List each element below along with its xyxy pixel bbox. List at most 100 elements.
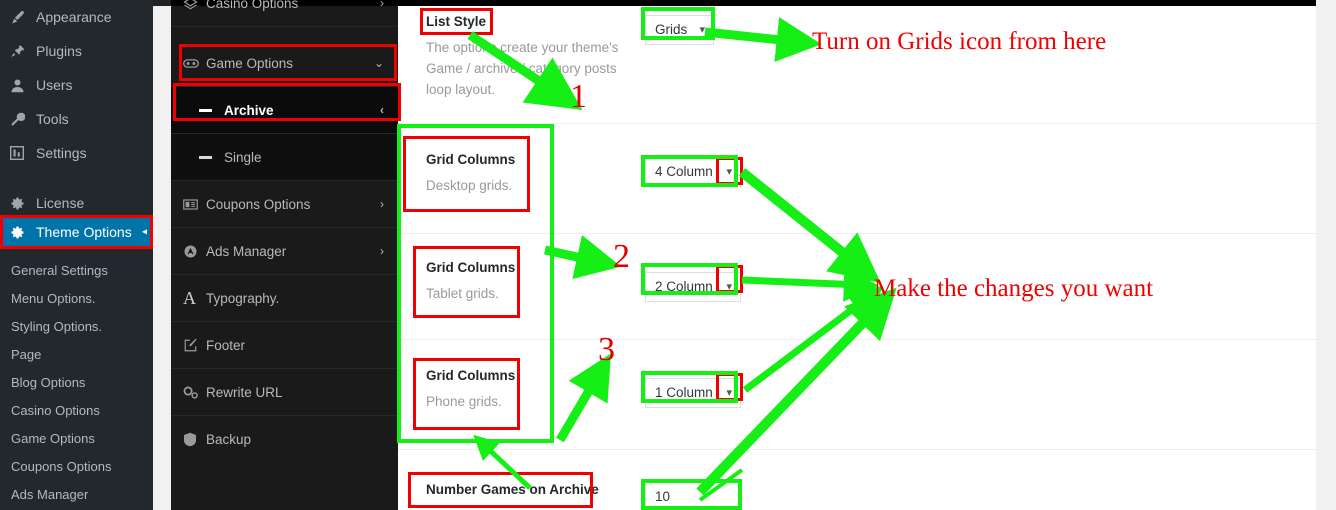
nav-item-archive[interactable]: Archive ‹	[171, 87, 398, 134]
chevron-down-icon: ▾	[726, 281, 732, 293]
input-value: 10	[655, 489, 671, 504]
field-row-list-style: List Style The options create your theme…	[398, 6, 1316, 124]
field-description: Desktop grids.	[426, 178, 513, 193]
chevron-left-icon: ‹	[380, 103, 384, 117]
sidebar-item-license[interactable]: License	[0, 186, 153, 220]
wp-admin-menu[interactable]: Appearance Plugins Users Tools Settings	[0, 0, 153, 510]
dash-icon	[199, 108, 212, 112]
grid-desktop-select[interactable]: 4 Column ▾	[645, 157, 741, 187]
nav-item-ads-manager[interactable]: Ads Manager ›	[171, 228, 398, 275]
sidebar-subitem-label: Game Options	[11, 430, 95, 446]
sidebar-item-label: Settings	[36, 145, 87, 161]
plug-icon	[7, 44, 27, 59]
sidebar-subitem-label: Page	[11, 346, 42, 362]
wrench-icon	[7, 112, 27, 127]
sidebar-item-label: Theme Options	[36, 224, 132, 240]
gamepad-icon	[183, 57, 206, 70]
dash-icon	[199, 155, 212, 159]
chevron-right-icon: ›	[380, 0, 384, 10]
sidebar-subitem-ads-manager[interactable]: Ads Manager	[0, 480, 153, 508]
list-style-select[interactable]: Grids ▾	[645, 15, 714, 45]
nav-item-casino-options[interactable]: Casino Options ›	[171, 0, 398, 27]
grid-phone-select[interactable]: 1 Column ▾	[645, 378, 741, 408]
nav-item-backup[interactable]: Backup	[171, 416, 398, 463]
chevron-right-icon: ›	[380, 244, 384, 258]
nav-item-game-options[interactable]: Game Options ⌄	[171, 40, 398, 87]
user-icon	[7, 78, 27, 93]
sidebar-subitem-styling-options[interactable]: Styling Options.	[0, 312, 153, 340]
field-label: Grid Columns	[426, 368, 516, 383]
nav-item-label: Rewrite URL	[206, 384, 283, 400]
nav-item-rewrite-url[interactable]: Rewrite URL	[171, 369, 398, 416]
sidebar-item-appearance[interactable]: Appearance	[0, 0, 153, 34]
sidebar-subitem-game-options[interactable]: Game Options	[0, 424, 153, 452]
chevron-left-icon: ◂	[141, 226, 147, 238]
settings-sliders-icon	[7, 146, 27, 160]
sidebar-item-settings[interactable]: Settings	[0, 136, 153, 170]
nav-item-footer[interactable]: Footer	[171, 322, 398, 369]
sidebar-subitem-blog-options[interactable]: Blog Options	[0, 368, 153, 396]
number-games-input[interactable]: 10	[645, 482, 741, 510]
grid-tablet-select[interactable]: 2 Column ▾	[645, 272, 741, 302]
nav-item-label: Archive	[224, 102, 274, 118]
field-row-grid-desktop: Grid Columns Desktop grids. 4 Column ▾	[398, 124, 1316, 234]
field-row-number-games: Number Games on Archive 10	[398, 450, 1316, 510]
casino-chip-icon	[183, 0, 206, 11]
sidebar-subitem-casino-options[interactable]: Casino Options	[0, 396, 153, 424]
nav-item-single[interactable]: Single	[171, 134, 398, 181]
chevron-down-icon: ▾	[726, 387, 732, 399]
sidebar-subitem-label: Casino Options	[11, 402, 100, 418]
select-value: Grids	[655, 22, 688, 37]
sidebar-subitem-label: Menu Options.	[11, 290, 96, 306]
field-description: The options create your theme's Game / a…	[426, 40, 619, 97]
chevron-right-icon: ›	[380, 197, 384, 211]
settings-panel: List Style The options create your theme…	[398, 6, 1316, 510]
sidebar-subitem-general-settings[interactable]: General Settings	[0, 256, 153, 284]
sidebar-subitem-page[interactable]: Page	[0, 340, 153, 368]
wp-submenu[interactable]: General Settings Menu Options. Styling O…	[0, 256, 153, 508]
field-description: Tablet grids.	[426, 286, 499, 301]
annotation-step-3: 3	[598, 331, 615, 368]
sidebar-subitem-label: Styling Options.	[11, 318, 103, 334]
chevron-down-icon: ⌄	[373, 56, 384, 70]
field-label: List Style	[426, 14, 487, 29]
chevron-down-icon: ▾	[699, 24, 705, 36]
sidebar-item-label: Plugins	[36, 43, 82, 59]
select-value: 2 Column	[655, 279, 713, 294]
nav-item-typography[interactable]: A Typography.	[171, 275, 398, 322]
sidebar-item-label: Appearance	[36, 9, 112, 25]
sidebar-subitem-label: Blog Options	[11, 374, 86, 390]
field-description: Phone grids.	[426, 394, 502, 409]
nav-item-label: Single	[224, 149, 262, 165]
shield-icon	[183, 432, 206, 447]
gear-icon	[7, 225, 27, 240]
select-value: 4 Column	[655, 164, 713, 179]
nav-item-label: Game Options	[206, 55, 294, 71]
sidebar-item-label: Users	[36, 77, 73, 93]
sidebar-item-users[interactable]: Users	[0, 68, 153, 102]
theme-options-nav[interactable]: Casino Options › Game Options ⌄ Archive …	[171, 0, 398, 510]
nav-item-label: Typography.	[206, 290, 280, 306]
cogs-icon	[183, 385, 206, 400]
typography-a-icon: A	[183, 287, 196, 308]
nav-item-label: Footer	[206, 337, 246, 353]
brush-icon	[7, 10, 27, 25]
sidebar-subitem-label: Ads Manager	[11, 486, 89, 502]
sidebar-item-plugins[interactable]: Plugins	[0, 34, 153, 68]
select-value: 1 Column	[655, 385, 713, 400]
sidebar-subitem-menu-options[interactable]: Menu Options.	[0, 284, 153, 312]
screenshot-root: Appearance Plugins Users Tools Settings	[0, 0, 1336, 510]
nav-item-label: Ads Manager	[206, 243, 287, 259]
sidebar-item-theme-options[interactable]: Theme Options ◂	[0, 216, 153, 248]
annotation-note-changes: Make the changes you want	[874, 275, 1154, 302]
right-gutter	[1316, 0, 1336, 510]
sidebar-item-label: License	[36, 195, 85, 211]
sidebar-item-label: Tools	[36, 111, 69, 127]
sidebar-item-tools[interactable]: Tools	[0, 102, 153, 136]
nav-item-coupons-options[interactable]: Coupons Options ›	[171, 181, 398, 228]
field-row-grid-tablet: Grid Columns Tablet grids. 2 Column ▾	[398, 234, 1316, 340]
field-label: Number Games on Archive	[426, 482, 599, 497]
sidebar-subitem-coupons-options[interactable]: Coupons Options	[0, 452, 153, 480]
annotation-note-grids: Turn on Grids icon from here	[812, 28, 1107, 55]
nav-item-label: Backup	[206, 432, 252, 447]
